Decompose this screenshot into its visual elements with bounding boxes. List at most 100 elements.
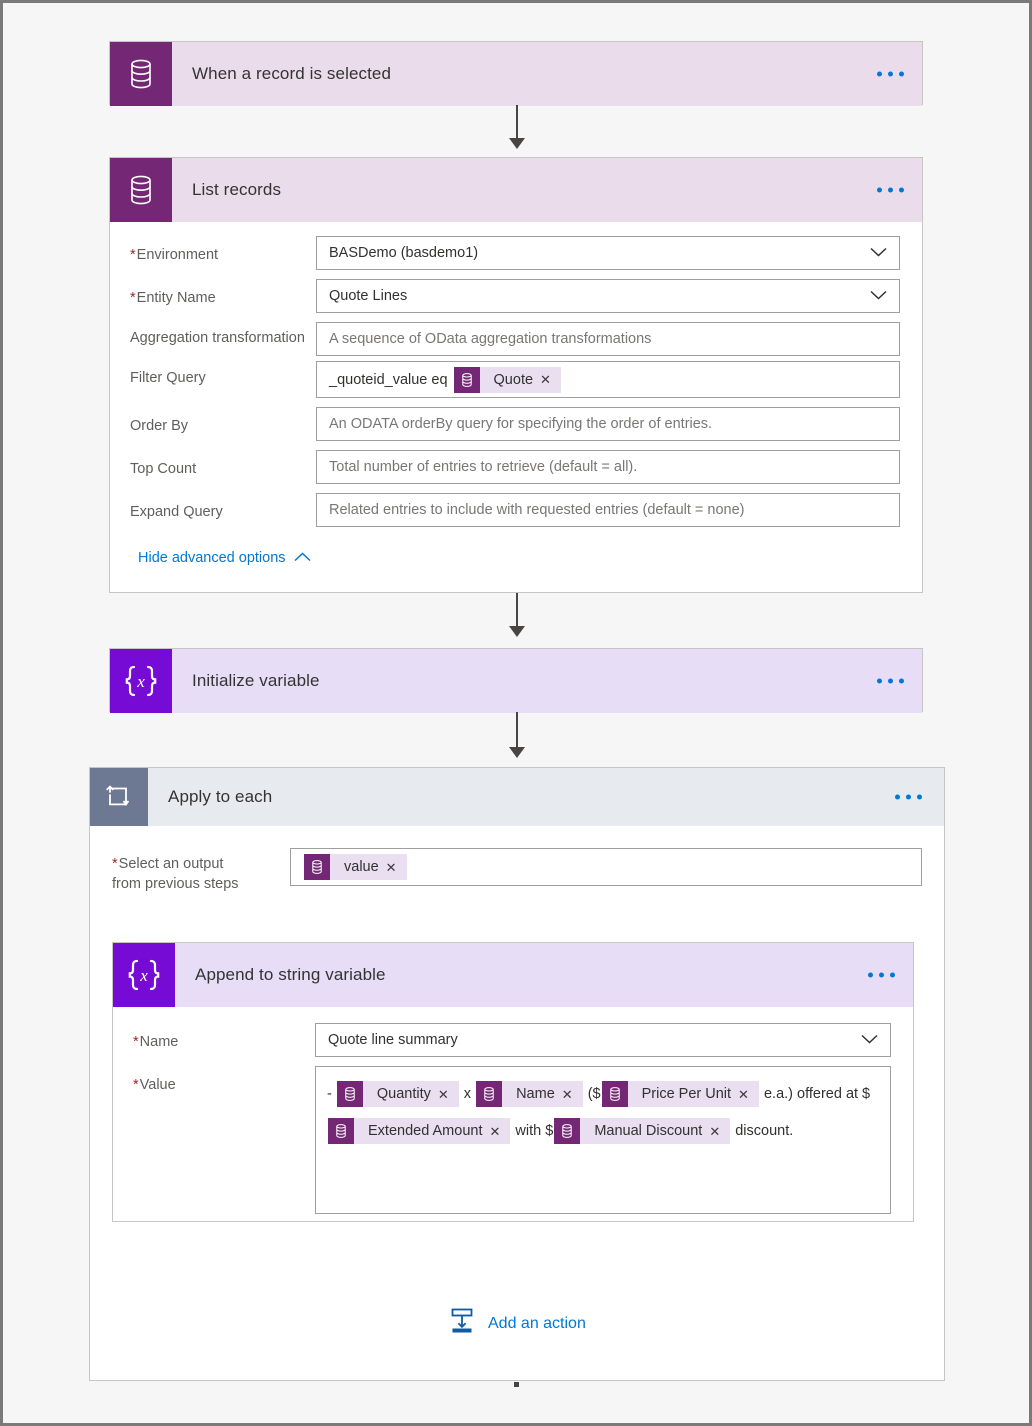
step-title: List records bbox=[192, 180, 282, 199]
field-label: Top Count bbox=[130, 461, 197, 477]
field-label: *Entity Name bbox=[130, 290, 216, 306]
add-an-action-button[interactable]: Add an action bbox=[448, 1307, 586, 1340]
order-by-input[interactable]: An ODATA orderBy query for specifying th… bbox=[316, 407, 900, 441]
hide-advanced-options-link[interactable]: Hide advanced options bbox=[138, 550, 311, 566]
token-label: Quantity bbox=[376, 1085, 431, 1102]
expand-query-input[interactable]: Related entries to include with requeste… bbox=[316, 493, 900, 527]
dataverse-database-icon bbox=[554, 1118, 581, 1145]
token-label: Price Per Unit bbox=[641, 1085, 732, 1102]
chevron-down-icon bbox=[861, 1032, 878, 1048]
variable-name-dropdown[interactable]: Quote line summary bbox=[315, 1023, 891, 1057]
required-asterisk: * bbox=[130, 247, 136, 263]
step-scope-apply-to-each[interactable]: Apply to each *Select an output from pre… bbox=[89, 767, 945, 1381]
card-header[interactable]: x Initialize variable bbox=[110, 649, 922, 713]
more-commands-ellipsis-icon[interactable] bbox=[868, 972, 895, 978]
select-output-input[interactable]: value ✕ bbox=[290, 848, 922, 886]
dynamic-content-token-manual-discount[interactable]: Manual Discount ✕ bbox=[554, 1118, 731, 1145]
dataverse-database-icon bbox=[110, 42, 172, 106]
step-card-when-a-record-is-selected[interactable]: When a record is selected bbox=[109, 41, 923, 106]
dataverse-database-icon bbox=[336, 1081, 363, 1108]
aggregation-transformation-input[interactable]: A sequence of OData aggregation transfor… bbox=[316, 322, 900, 356]
required-asterisk: * bbox=[130, 290, 136, 306]
field-row-environment: *Environment BASDemo (basdemo1) bbox=[130, 236, 900, 270]
more-commands-ellipsis-icon[interactable] bbox=[877, 71, 904, 77]
chevron-down-icon bbox=[870, 245, 887, 261]
dynamic-content-token-price-per-unit[interactable]: Price Per Unit ✕ bbox=[601, 1081, 759, 1108]
dynamic-content-token-value[interactable]: value ✕ bbox=[304, 854, 407, 880]
entity-name-dropdown[interactable]: Quote Lines bbox=[316, 279, 900, 313]
step-card-initialize-variable[interactable]: x Initialize variable bbox=[109, 648, 923, 713]
chevron-down-icon bbox=[870, 288, 887, 304]
dynamic-content-token-quote[interactable]: Quote ✕ bbox=[453, 366, 561, 393]
dataverse-database-icon bbox=[328, 1118, 354, 1145]
step-title: Initialize variable bbox=[192, 671, 320, 690]
connector-arrow-icon bbox=[509, 747, 525, 758]
connector-arrow-icon bbox=[509, 138, 525, 149]
add-action-label: Add an action bbox=[488, 1314, 586, 1332]
field-row-variable-value: *Value - Quantity ✕ x Name ✕ ($ Price Per U… bbox=[133, 1066, 891, 1214]
variable-braces-icon: x bbox=[110, 649, 172, 713]
flow-designer-canvas: When a record is selected List records *… bbox=[3, 3, 1029, 1423]
token-label: Quote bbox=[493, 371, 534, 388]
dynamic-content-token-extended-amount[interactable]: Extended Amount ✕ bbox=[328, 1118, 511, 1145]
filter-query-input[interactable]: _quoteid_value eq Quote ✕ bbox=[316, 361, 900, 398]
step-card-list-records[interactable]: List records *Environment BASDemo (basde… bbox=[109, 157, 923, 593]
step-title: Apply to each bbox=[168, 787, 273, 806]
connector-arrow-icon bbox=[509, 626, 525, 637]
more-commands-ellipsis-icon[interactable] bbox=[895, 794, 922, 800]
loop-repeat-icon bbox=[90, 768, 148, 826]
value-literal-text: e.a.) bbox=[759, 1086, 798, 1102]
remove-token-icon[interactable]: ✕ bbox=[562, 1088, 583, 1101]
dataverse-database-icon bbox=[304, 854, 330, 880]
remove-token-icon[interactable]: ✕ bbox=[738, 1088, 759, 1101]
field-row-variable-name: *Name Quote line summary bbox=[133, 1023, 891, 1057]
required-asterisk: * bbox=[133, 1077, 139, 1093]
field-row-expand-query: Expand Query Related entries to include … bbox=[130, 493, 900, 527]
field-label: *Value bbox=[133, 1077, 176, 1093]
card-header[interactable]: Apply to each bbox=[90, 768, 944, 826]
field-row-select-output: *Select an output from previous steps va… bbox=[112, 848, 922, 894]
value-literal-text: discount. bbox=[731, 1123, 794, 1139]
chevron-up-icon bbox=[294, 550, 311, 566]
svg-text:x: x bbox=[136, 672, 145, 691]
field-label: Order By bbox=[130, 418, 189, 434]
dataverse-database-icon bbox=[110, 158, 172, 222]
field-row-aggregation-transformation: Aggregation transformation A sequence of… bbox=[130, 322, 900, 356]
dynamic-content-token-quantity[interactable]: Quantity ✕ bbox=[336, 1081, 459, 1108]
token-label: Manual Discount bbox=[594, 1122, 703, 1139]
field-label: Filter Query bbox=[130, 370, 206, 386]
field-row-entity-name: *Entity Name Quote Lines bbox=[130, 279, 900, 313]
more-commands-ellipsis-icon[interactable] bbox=[877, 678, 904, 684]
card-body: *Environment BASDemo (basdemo1) *Entity … bbox=[110, 222, 922, 580]
top-count-input[interactable]: Total number of entries to retrieve (def… bbox=[316, 450, 900, 484]
required-asterisk: * bbox=[133, 1034, 139, 1050]
value-literal-text: - bbox=[327, 1086, 336, 1102]
value-literal-text: with $ bbox=[511, 1123, 554, 1139]
remove-token-icon[interactable]: ✕ bbox=[438, 1088, 459, 1101]
card-header[interactable]: x Append to string variable bbox=[113, 943, 913, 1007]
card-body: *Name Quote line summary *Value - Quanti… bbox=[113, 1007, 913, 1231]
dataverse-database-icon bbox=[476, 1081, 503, 1108]
card-header[interactable]: When a record is selected bbox=[110, 42, 922, 106]
field-label: *Name bbox=[133, 1034, 179, 1050]
dataverse-database-icon bbox=[453, 366, 480, 393]
field-row-filter-query: Filter Query _quoteid_value eq Quote ✕ bbox=[130, 361, 900, 398]
remove-token-icon[interactable]: ✕ bbox=[709, 1125, 730, 1138]
remove-token-icon[interactable]: ✕ bbox=[489, 1125, 510, 1138]
more-commands-ellipsis-icon[interactable] bbox=[877, 187, 904, 193]
svg-text:x: x bbox=[139, 966, 148, 985]
step-card-append-to-string-variable[interactable]: x Append to string variable *Name Quote … bbox=[112, 942, 914, 1222]
card-header[interactable]: List records bbox=[110, 158, 922, 222]
connector-stub bbox=[514, 1382, 519, 1387]
dynamic-content-token-name[interactable]: Name ✕ bbox=[476, 1081, 583, 1108]
value-literal-text: x bbox=[459, 1086, 476, 1102]
remove-token-icon[interactable]: ✕ bbox=[386, 861, 407, 874]
value-literal-text: ($ bbox=[583, 1086, 601, 1102]
environment-dropdown[interactable]: BASDemo (basdemo1) bbox=[316, 236, 900, 270]
step-title: When a record is selected bbox=[192, 64, 392, 83]
remove-token-icon[interactable]: ✕ bbox=[540, 373, 561, 386]
value-literal-text: offered at $ bbox=[797, 1086, 871, 1102]
variable-value-input[interactable]: - Quantity ✕ x Name ✕ ($ Price Per Unit ✕ e.… bbox=[315, 1066, 891, 1214]
token-label: Extended Amount bbox=[368, 1122, 483, 1139]
step-title: Append to string variable bbox=[195, 965, 386, 984]
